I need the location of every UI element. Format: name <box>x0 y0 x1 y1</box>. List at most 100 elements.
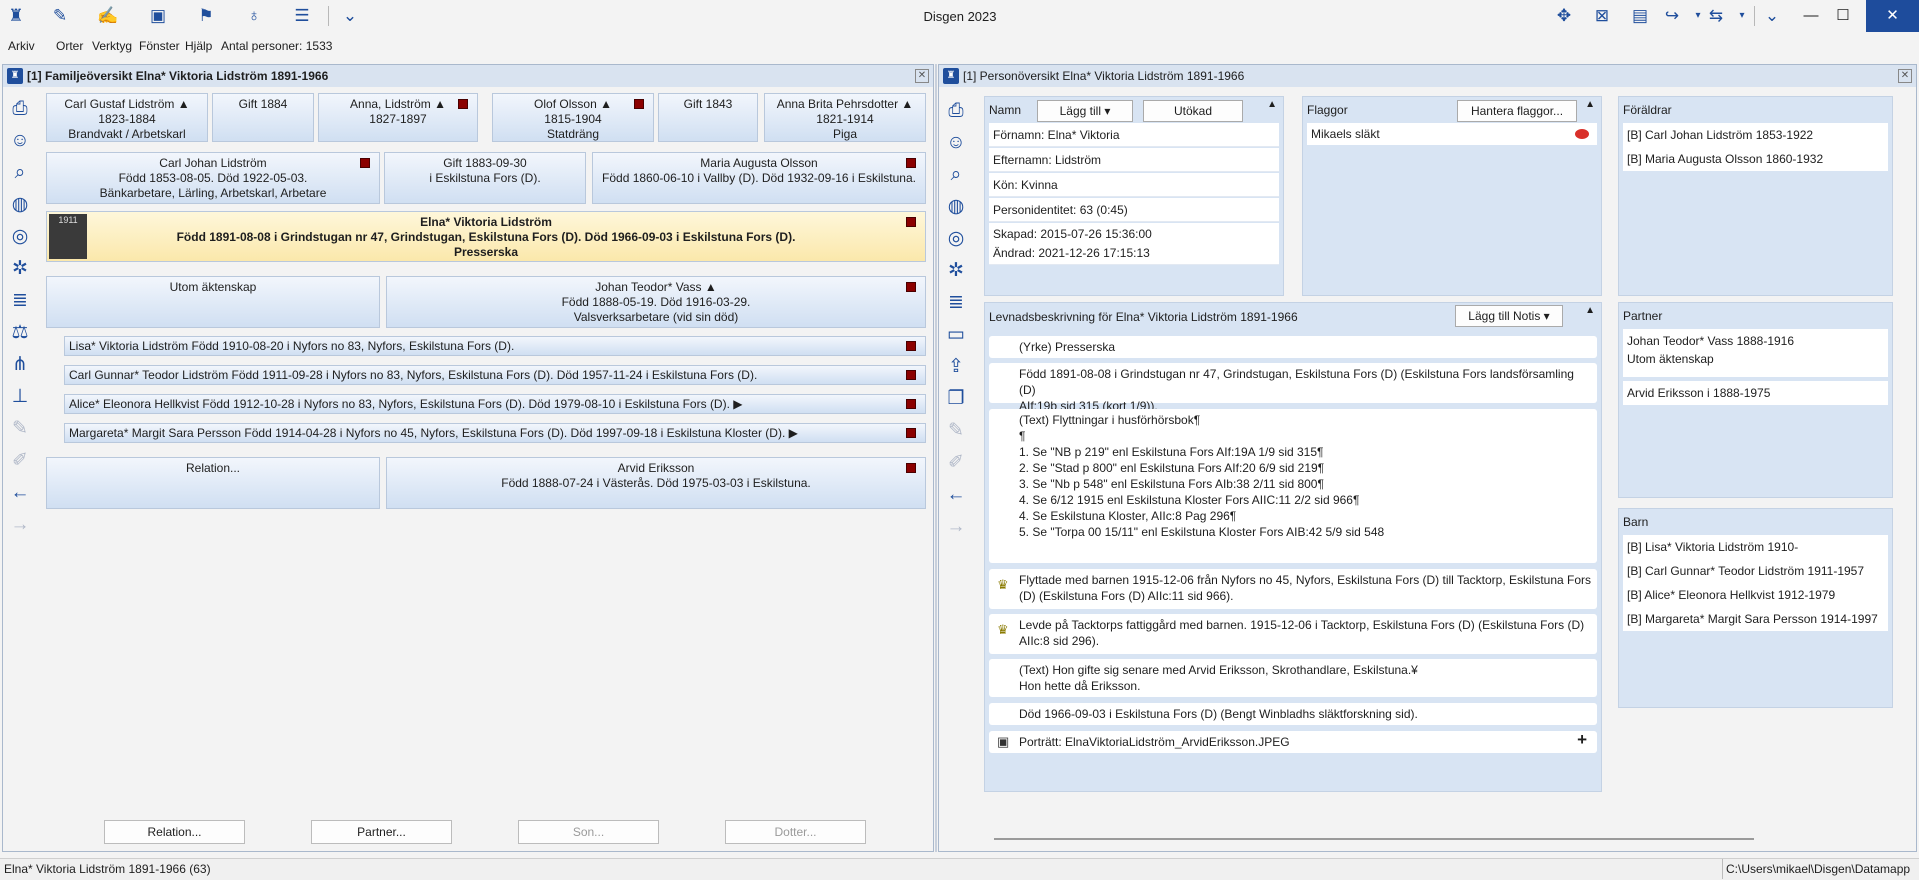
menu-fonster[interactable]: Fönster <box>139 39 180 53</box>
close-icon[interactable]: ✕ <box>1898 69 1912 83</box>
partner-item[interactable]: Arvid Eriksson i 1888-1975 <box>1623 381 1888 405</box>
note-remarried[interactable]: (Text) Hon gifte sig senare med Arvid Er… <box>989 659 1597 697</box>
menu-verktyg[interactable]: Verktyg <box>92 39 132 53</box>
note-occupation[interactable]: (Yrke) Presserska <box>989 336 1597 358</box>
search-icon[interactable]: ⌕ <box>5 157 35 189</box>
note-list-icon: ✐ <box>948 452 964 473</box>
edit-note-icon[interactable]: ✍ <box>96 4 120 28</box>
app-logo-icon[interactable]: ♜ <box>4 4 28 28</box>
print-icon[interactable]: ⎙ <box>5 93 35 125</box>
flag-marker-icon <box>906 399 916 409</box>
note-death[interactable]: Död 1966-09-03 i Eskilstuna Fors (D) (Be… <box>989 703 1597 725</box>
report-icon[interactable]: ▭ <box>941 319 971 351</box>
child-item[interactable]: [B] Lisa* Viktoria Lidström 1910- <box>1623 535 1888 559</box>
settings-icon[interactable]: ✲ <box>5 253 35 285</box>
parent-item[interactable]: [B] Maria Augusta Olsson 1860-1932 <box>1623 147 1888 171</box>
redo-icon[interactable]: ↪ <box>1660 4 1684 28</box>
child-item[interactable]: [B] Alice* Eleonora Hellkvist 1912-1979 <box>1623 583 1888 607</box>
partner-button[interactable]: Partner... <box>311 820 452 844</box>
child-row[interactable]: Alice* Eleonora Hellkvist Född 1912-10-2… <box>64 394 926 414</box>
extended-button[interactable]: Utökad <box>1143 100 1243 122</box>
menu-arkiv[interactable]: Arkiv <box>8 39 35 53</box>
save-icon[interactable]: ▤ <box>1628 4 1652 28</box>
add-icon[interactable]: + <box>1577 731 1587 748</box>
parent-item[interactable]: [B] Carl Johan Lidström 1853-1922 <box>1623 123 1888 147</box>
flag-icon[interactable]: ⚑ <box>194 4 218 28</box>
flag-marker-icon <box>906 217 916 227</box>
note-moves[interactable]: (Text) Flyttningar i husförhörsbok¶ ¶ 1.… <box>989 409 1597 563</box>
gender-field[interactable]: Kön: Kvinna <box>989 173 1279 197</box>
relation-button[interactable]: Relation... <box>104 820 245 844</box>
no-window-icon[interactable]: ⊠ <box>1590 4 1614 28</box>
move-icon[interactable]: ✥ <box>1552 4 1576 28</box>
child-item[interactable]: [B] Margareta* Margit Sara Persson 1914-… <box>1623 607 1888 631</box>
partner2-box[interactable]: Arvid Eriksson Född 1888-07-24 i Västerå… <box>386 457 926 509</box>
settings-icon[interactable]: ✲ <box>941 255 971 287</box>
tree-icon[interactable]: ⋔ <box>5 349 35 381</box>
collapse-up-icon[interactable]: ▲ <box>1267 99 1277 110</box>
back-arrow-icon[interactable]: ← <box>941 479 971 511</box>
flag-row[interactable]: Mikaels släkt <box>1307 123 1597 145</box>
child-row[interactable]: Margareta* Margit Sara Persson Född 1914… <box>64 423 926 443</box>
globe-list-icon[interactable]: ◎ <box>5 221 35 253</box>
relation-box[interactable]: Relation... <box>46 457 380 509</box>
collapse-up-icon[interactable]: ▲ <box>1585 305 1595 316</box>
child-row[interactable]: Lisa* Viktoria Lidström Född 1910-08-20 … <box>64 336 926 356</box>
note-portrait[interactable]: ▣ Porträtt: ElnaViktoriaLidström_ArvidEri… <box>989 731 1597 753</box>
globe-icon[interactable]: ◍ <box>941 191 971 223</box>
partner-box[interactable]: Johan Teodor* Vass ▲ Född 1888-05-19. Dö… <box>386 276 926 328</box>
firstname-field[interactable]: Förnamn: Elna* Viktoria <box>989 123 1279 147</box>
mother-box[interactable]: Maria Augusta Olsson Född 1860-06-10 i V… <box>592 152 926 204</box>
note-birth[interactable]: Född 1891-08-08 i Grindstugan nr 47, Gri… <box>989 363 1597 413</box>
lastname-field[interactable]: Efternamn: Lidström <box>989 148 1279 172</box>
menu-hjalp[interactable]: Hjälp <box>185 39 212 53</box>
partner-item[interactable]: Johan Teodor* Vass 1888-1916 Utom äktens… <box>1623 329 1888 377</box>
list-menu-icon[interactable]: ≣ <box>5 285 35 317</box>
chevron-down-icon[interactable]: ⌄ <box>1760 4 1784 28</box>
manage-flags-button[interactable]: Hantera flaggor... <box>1457 100 1577 122</box>
union-box[interactable]: Utom äktenskap <box>46 276 380 328</box>
child-row[interactable]: Carl Gunnar* Teodor Lidström Född 1911-0… <box>64 365 926 385</box>
edit-tree-icon[interactable]: ✎ <box>48 4 72 28</box>
person-icon[interactable]: ☺ <box>5 125 35 157</box>
grandmother-paternal-box[interactable]: Anna, Lidström ▲ 1827-1897 <box>318 93 478 142</box>
child-item[interactable]: [B] Carl Gunnar* Teodor Lidström 1911-19… <box>1623 559 1888 583</box>
panel-splitter[interactable] <box>935 64 937 852</box>
parents-marriage-box[interactable]: Gift 1883-09-30 i Eskilstuna Fors (D). <box>384 152 586 204</box>
chevron-down-icon[interactable]: ▾ <box>1730 4 1754 28</box>
close-button[interactable]: ✕ <box>1866 0 1919 32</box>
marriage-box[interactable]: Gift 1884 <box>212 93 314 142</box>
globe-list-icon[interactable]: ◎ <box>941 223 971 255</box>
father-box[interactable]: Carl Johan Lidström Född 1853-08-05. Död… <box>46 152 380 204</box>
checklist-icon[interactable]: ☰ <box>290 4 314 28</box>
grandfather-maternal-box[interactable]: Olof Olsson ▲ 1815-1904 Statdräng <box>492 93 654 142</box>
main-person-box[interactable]: 1911 Elna* Viktoria Lidström Född 1891-0… <box>46 211 926 262</box>
add-name-button[interactable]: Lägg till ▾ <box>1037 100 1133 122</box>
calendar-icon[interactable]: ▣ <box>146 4 170 28</box>
chevron-down-icon[interactable]: ⌄ <box>338 4 362 28</box>
back-arrow-icon[interactable]: ← <box>5 477 35 509</box>
upload-icon[interactable]: ⇪ <box>941 351 971 383</box>
close-icon[interactable]: ✕ <box>915 69 929 83</box>
search-icon[interactable]: ⌕ <box>941 159 971 191</box>
horizontal-scrollbar[interactable] <box>994 838 1754 840</box>
menu-orter[interactable]: Orter <box>56 39 83 53</box>
person-icon[interactable]: ☺ <box>941 127 971 159</box>
note-moved[interactable]: ♛ Flyttade med barnen 1915-12-06 från Nyf… <box>989 569 1597 609</box>
grandfather-paternal-box[interactable]: Carl Gustaf Lidström ▲ 1823-1884 Brandva… <box>46 93 208 142</box>
print-icon[interactable]: ⎙ <box>941 95 971 127</box>
export-icon[interactable]: ⇆ <box>1704 4 1728 28</box>
grandmother-maternal-box[interactable]: Anna Brita Pehrsdotter ▲ 1821-1914 Piga <box>764 93 926 142</box>
marriage-box[interactable]: Gift 1843 <box>658 93 758 142</box>
source-icon[interactable]: ❐ <box>941 383 971 415</box>
list-menu-icon[interactable]: ≣ <box>941 287 971 319</box>
note-lived[interactable]: ♛ Levde på Tacktorps fattiggård med barne… <box>989 614 1597 654</box>
maximize-button[interactable]: ☐ <box>1820 0 1866 32</box>
flag-marker-icon <box>906 370 916 380</box>
globe-icon[interactable]: ◍ <box>5 189 35 221</box>
balance-icon[interactable]: ⚖ <box>5 317 35 349</box>
collapse-up-icon[interactable]: ▲ <box>1585 99 1595 110</box>
drop-icon[interactable]: ♁ <box>242 4 266 28</box>
descendant-tree-icon[interactable]: ⊥ <box>5 381 35 413</box>
add-note-button[interactable]: Lägg till Notis ▾ <box>1455 305 1563 327</box>
